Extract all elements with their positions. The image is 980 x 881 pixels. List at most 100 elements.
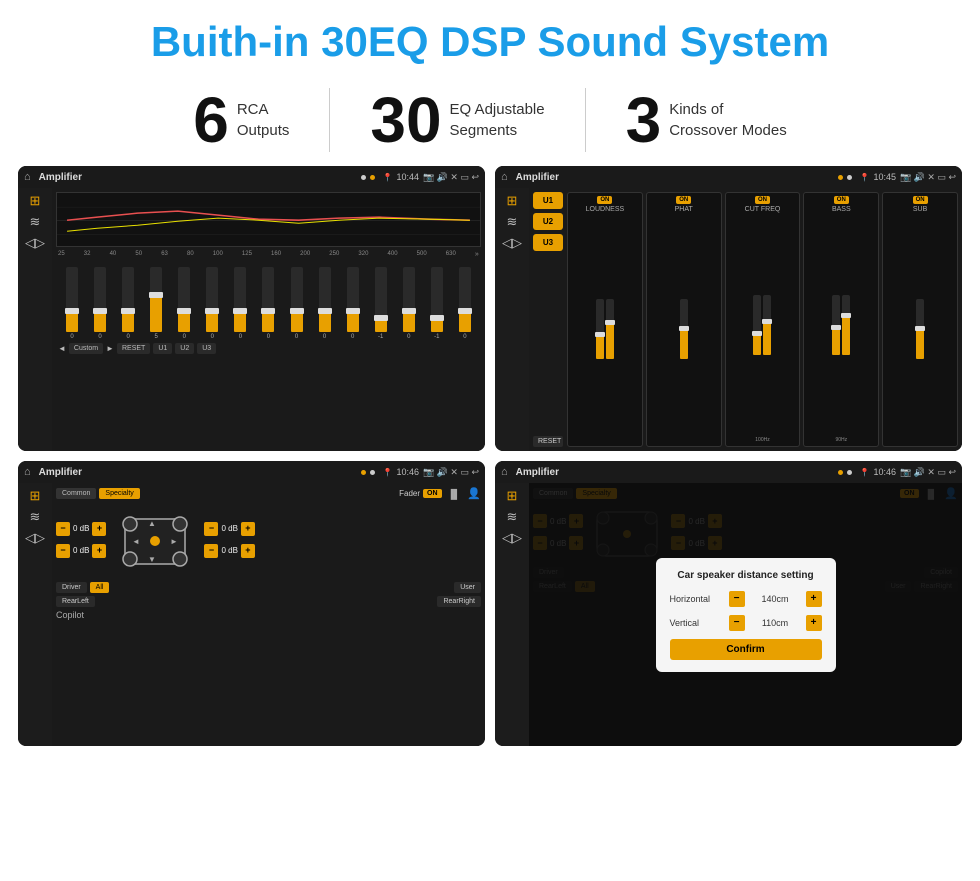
screen-crossover-time: 10:45 [873,172,896,182]
eq-slider-14: 0 [459,267,471,340]
left-db-controls: − 0 dB + − 0 dB + [56,522,106,562]
db-row-1: − 0 dB + [56,522,106,536]
screen-eq-time: 10:44 [396,172,419,182]
fader-sidebar-icon1[interactable]: ⊞ [30,489,41,502]
loudness-label: LOUDNESS [586,206,625,213]
fader-on-badge[interactable]: ON [423,489,442,498]
db-plus-4[interactable]: + [241,544,255,558]
u3-button[interactable]: U3 [533,234,563,251]
fader-user-icon: 👤 [467,487,481,500]
eq-sidebar-icon1[interactable]: ⊞ [30,194,41,207]
cross-sidebar-icon2[interactable]: ≋ [507,215,518,228]
status-dot-4b [847,470,852,475]
cutfreq-on[interactable]: ON [755,196,770,204]
eq-graph [56,192,481,247]
cutfreq-label: CUT FREQ [745,206,781,213]
tab-specialty[interactable]: Specialty [99,488,139,499]
home-icon[interactable]: ⌂ [24,171,31,183]
dist-sidebar-icon2[interactable]: ≋ [507,510,518,523]
tab-common[interactable]: Common [56,488,96,499]
screen-distance-sidebar: ⊞ ≋ ◁▷ [495,483,529,746]
eq-slider-10: 0 [347,267,359,340]
home-icon-2[interactable]: ⌂ [501,171,508,183]
fader-slider-icon: ▐▌ [448,489,461,499]
location-icon-2: 📍 [860,173,870,182]
fader-sidebar-icon2[interactable]: ≋ [30,510,41,523]
user-btn[interactable]: User [454,582,481,593]
eq-slider-11: -1 [375,267,387,340]
distance-dialog-overlay: Car speaker distance setting Horizontal … [529,483,962,746]
prev-arrow[interactable]: ◄ [58,344,66,353]
car-diagram: ▲ ▼ ◄ ► [110,504,200,579]
sub-section: ON SUB [882,192,958,447]
dialog-vertical-minus[interactable]: − [729,615,745,631]
home-icon-3[interactable]: ⌂ [24,466,31,478]
dialog-horizontal-minus[interactable]: − [729,591,745,607]
u3-btn[interactable]: U3 [197,343,216,354]
screen-crossover-icons: 📷 🔊 ✕ ▭ ↩ [900,172,956,183]
eq-sidebar-icon3[interactable]: ◁▷ [25,236,45,249]
db-plus-2[interactable]: + [92,544,106,558]
dist-sidebar-icon3[interactable]: ◁▷ [502,531,522,544]
feature-eq-number: 30 [370,88,441,152]
dialog-vertical-plus[interactable]: + [806,615,822,631]
sub-on[interactable]: ON [913,196,928,204]
fader-bottom-row: Driver All User [56,582,481,593]
sub-label: SUB [913,206,927,213]
u1-button[interactable]: U1 [533,192,563,209]
reset-btn[interactable]: RESET [117,343,150,354]
db-value-3: 0 dB [221,524,237,533]
screen-crossover: ⌂ Amplifier 📍 10:45 📷 🔊 ✕ ▭ ↩ ⊞ ≋ ◁▷ U1 … [495,166,962,451]
db-row-2: − 0 dB + [56,544,106,558]
cross-sidebar-icon1[interactable]: ⊞ [507,194,518,207]
u2-btn[interactable]: U2 [175,343,194,354]
driver-btn[interactable]: Driver [56,582,87,593]
u2-button[interactable]: U2 [533,213,563,230]
db-plus-3[interactable]: + [241,522,255,536]
location-icon-4: 📍 [860,468,870,477]
bass-on[interactable]: ON [834,196,849,204]
db-plus-1[interactable]: + [92,522,106,536]
cross-reset-btn[interactable]: RESET [533,436,563,447]
db-value-2: 0 dB [73,546,89,555]
screen-eq-main: 253240506380100125160200250320400500630 … [52,188,485,451]
screen-eq-sidebar: ⊞ ≋ ◁▷ [18,188,52,451]
db-minus-1[interactable]: − [56,522,70,536]
fader-sidebar-icon3[interactable]: ◁▷ [25,531,45,544]
cross-sidebar-icon3[interactable]: ◁▷ [502,236,522,249]
u1-btn[interactable]: U1 [153,343,172,354]
screen-fader-sidebar: ⊞ ≋ ◁▷ [18,483,52,746]
screen-crossover-title: Amplifier [516,172,834,183]
db-minus-2[interactable]: − [56,544,70,558]
eq-slider-8: 0 [291,267,303,340]
dist-sidebar-icon1[interactable]: ⊞ [507,489,518,502]
screen-crossover-sidebar: ⊞ ≋ ◁▷ [495,188,529,451]
custom-btn[interactable]: Custom [69,343,103,354]
screen-crossover-body: ⊞ ≋ ◁▷ U1 U2 U3 RESET [495,188,962,451]
loudness-sliders [596,215,614,443]
eq-slider-2: 0 [122,267,134,340]
eq-slider-13: -1 [431,267,443,340]
rearright-btn[interactable]: RearRight [437,596,481,607]
screen-fader: ⌂ Amplifier 📍 10:46 📷 🔊 ✕ ▭ ↩ ⊞ ≋ ◁▷ Com… [18,461,485,746]
screen-distance-time: 10:46 [873,467,896,477]
dialog-horizontal-value: 140cm [749,594,802,604]
db-minus-3[interactable]: − [204,522,218,536]
fader-tabs: Common Specialty Fader ON ▐▌ 👤 [56,487,481,500]
phat-on[interactable]: ON [676,196,691,204]
home-icon-4[interactable]: ⌂ [501,466,508,478]
rearleft-btn[interactable]: RearLeft [56,596,95,607]
dialog-horizontal-plus[interactable]: + [806,591,822,607]
confirm-button[interactable]: Confirm [670,639,822,660]
eq-sidebar-icon2[interactable]: ≋ [30,215,41,228]
loudness-on[interactable]: ON [597,196,612,204]
eq-slider-3: 5 [150,267,162,340]
screen-eq-title: Amplifier [39,172,357,183]
right-db-controls: − 0 dB + − 0 dB + [204,522,254,562]
db-minus-4[interactable]: − [204,544,218,558]
dialog-vertical-label: Vertical [670,618,725,628]
next-arrow[interactable]: ► [106,344,114,353]
screen-fader-time: 10:46 [396,467,419,477]
all-btn[interactable]: All [90,582,110,593]
sub-sliders [916,215,924,443]
